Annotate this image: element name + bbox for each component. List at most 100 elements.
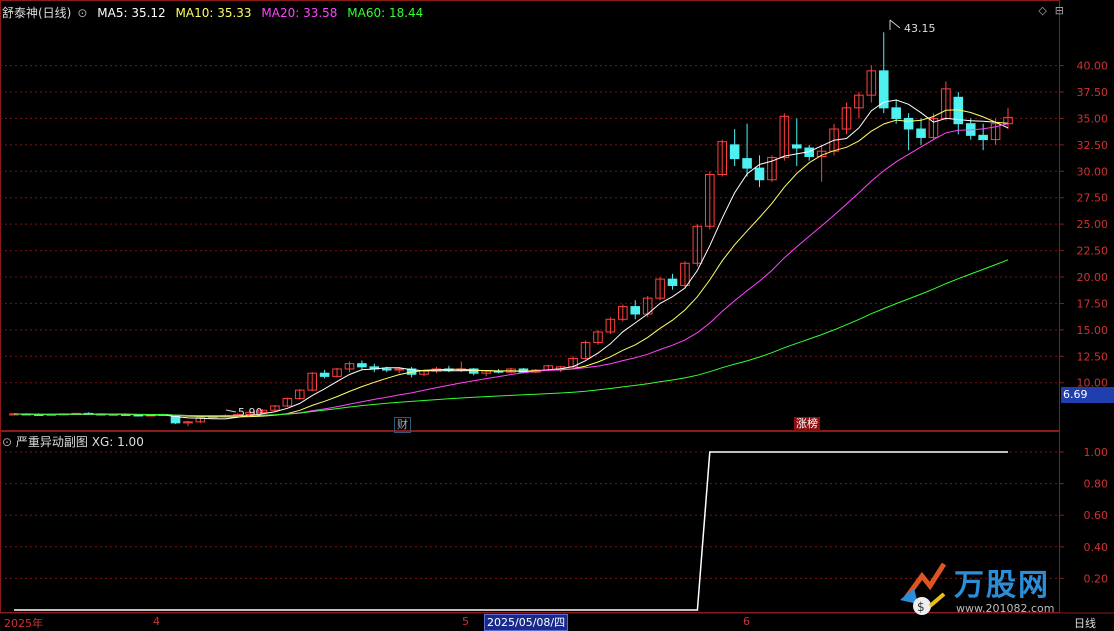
candle xyxy=(655,277,665,301)
candle xyxy=(332,367,342,378)
candle xyxy=(953,92,964,135)
candle xyxy=(344,361,355,373)
panel-tools: ◇ ⊟ xyxy=(1030,4,1064,17)
y-tick-label: 37.50 xyxy=(1077,86,1109,99)
candle-body xyxy=(891,107,901,119)
y-tick-label: 25.00 xyxy=(1077,218,1109,231)
xg-value: XG: 1.00 xyxy=(91,435,144,449)
brand-logo: $ 万股网 www.201082.com xyxy=(900,558,1100,622)
candle-body xyxy=(916,128,926,138)
xg-line xyxy=(14,451,1008,611)
xg-series-line xyxy=(14,451,1008,611)
candle xyxy=(854,92,864,119)
candle xyxy=(593,329,603,345)
collapse-icon[interactable]: ⊙ xyxy=(77,6,87,20)
candle xyxy=(941,81,951,121)
candle xyxy=(357,360,367,371)
candle xyxy=(282,397,293,408)
x-label-year: 2025年 xyxy=(4,617,43,630)
candle-body xyxy=(319,372,330,377)
candle xyxy=(729,129,740,166)
candle-body xyxy=(170,416,181,424)
ma20-label: MA20: 33.58 xyxy=(261,6,338,20)
y-tick-label: 1.00 xyxy=(1084,446,1109,459)
candle-body xyxy=(754,167,765,181)
candle xyxy=(630,300,641,320)
candle xyxy=(605,317,616,335)
main-y-axis: 40.00 37.50 35.00 32.50 30.00 27.50 25.00 22.50… xyxy=(1059,60,1108,390)
x-label-month5: 5 xyxy=(462,615,469,628)
sub-title: 严重异动副图 xyxy=(15,435,88,449)
tag-zhangbang[interactable]: 涨榜 xyxy=(794,417,820,431)
high-marker: 43.15 xyxy=(889,19,936,35)
candle xyxy=(878,32,889,114)
candle xyxy=(195,416,206,423)
candle xyxy=(978,123,988,151)
candle xyxy=(294,389,305,400)
last-price-badge: 6.69 xyxy=(1061,387,1114,403)
candle-body xyxy=(742,158,752,169)
low-label: 5.90 xyxy=(238,406,263,419)
candle-body xyxy=(791,144,802,149)
candle xyxy=(916,118,926,145)
ma60-line xyxy=(13,259,1009,417)
tag-cai[interactable]: 财 xyxy=(394,417,411,433)
candle xyxy=(866,65,877,103)
stock-title[interactable]: 舒泰神(日线) xyxy=(2,6,71,20)
candle-body xyxy=(357,363,367,368)
ma60-label: MA60: 18.44 xyxy=(347,6,424,20)
svg-text:$: $ xyxy=(917,600,925,614)
candle xyxy=(468,367,479,376)
y-tick-label: 17.50 xyxy=(1077,297,1109,310)
y-tick-label: 20.00 xyxy=(1077,271,1109,284)
settings-icon[interactable]: ⊟ xyxy=(1055,4,1064,17)
y-tick-label: 35.00 xyxy=(1077,112,1109,125)
candle-body xyxy=(667,278,678,286)
candle-body xyxy=(903,117,914,130)
x-label-month4: 4 xyxy=(153,615,160,628)
candle xyxy=(692,224,703,267)
candle-body xyxy=(630,306,641,315)
main-panel-frame xyxy=(0,0,1060,431)
candle xyxy=(791,118,802,166)
candle xyxy=(705,171,715,230)
y-tick-label: 22.50 xyxy=(1077,245,1109,258)
candle xyxy=(369,363,380,373)
y-tick-label: 30.00 xyxy=(1077,165,1109,178)
brand-name: 万股网 xyxy=(954,568,1050,603)
candle xyxy=(804,144,814,161)
candle xyxy=(319,370,330,379)
y-tick-label: 0.40 xyxy=(1084,541,1109,554)
y-tick-label: 32.50 xyxy=(1077,139,1109,152)
y-tick-label: 0.60 xyxy=(1084,509,1109,522)
candle xyxy=(965,118,976,140)
candle-body xyxy=(978,134,988,141)
candle xyxy=(270,404,280,412)
main-header: 舒泰神(日线) ⊙ MA5: 35.12 MA10: 35.33 MA20: 33… xyxy=(2,4,429,21)
diamond-icon[interactable]: ◇ xyxy=(1038,4,1046,17)
candle xyxy=(183,420,193,427)
candles xyxy=(9,32,1013,427)
candle xyxy=(779,113,790,161)
ma-lines xyxy=(13,99,1009,420)
candle-body xyxy=(729,144,740,160)
high-label: 43.15 xyxy=(904,22,936,35)
y-tick-label: 0.80 xyxy=(1084,478,1109,491)
chart-svg: 40.00 37.50 35.00 32.50 30.00 27.50 25.00 22.50… xyxy=(0,0,1114,614)
candle xyxy=(841,102,852,135)
ma10-label: MA10: 35.33 xyxy=(175,6,252,20)
y-tick-label: 15.00 xyxy=(1077,324,1109,337)
candle xyxy=(816,144,827,182)
y-tick-label: 40.00 xyxy=(1077,60,1109,73)
candle xyxy=(742,123,752,177)
y-tick-label: 27.50 xyxy=(1077,192,1109,205)
collapse-icon[interactable]: ⊙ xyxy=(2,435,12,449)
y-tick-label: 12.50 xyxy=(1077,350,1109,363)
ma10-line xyxy=(13,109,1009,418)
candle xyxy=(667,273,678,290)
candle xyxy=(580,340,591,360)
sub-header: ⊙ 严重异动副图 XG: 1.00 xyxy=(2,433,144,450)
ma5-label: MA5: 35.12 xyxy=(97,6,166,20)
candle xyxy=(754,155,765,188)
candle xyxy=(307,372,317,392)
